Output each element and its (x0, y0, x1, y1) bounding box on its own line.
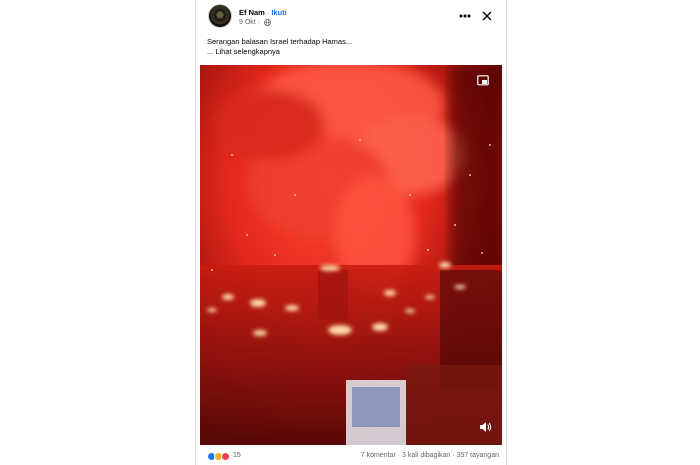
post-date[interactable]: 9 Okt (239, 18, 256, 27)
see-more-link[interactable]: ... Lihat selengkapnya (207, 47, 352, 57)
stats-separator: · (452, 452, 455, 459)
stats-separator: · (397, 452, 401, 459)
speaker-icon (480, 422, 492, 432)
post-card: Ef Nam · Ikuti 9 Okt · Serangan balasan Isr… (195, 0, 507, 465)
separator-dot: · (266, 8, 270, 17)
shares-count[interactable]: 3 kali dibagikan (402, 452, 450, 459)
comments-count[interactable]: 7 komentar (361, 452, 396, 459)
post-caption: Serangan balasan Israel terhadap Hamas..… (207, 37, 352, 57)
more-options-button[interactable] (458, 9, 472, 23)
caption-text: Serangan balasan Israel terhadap Hamas..… (207, 37, 353, 46)
reactions-summary[interactable]: 15 (207, 451, 241, 461)
separator-dot-2: · (257, 19, 261, 26)
post-meta: 9 Okt · (239, 18, 271, 27)
author-line: Ef Nam · Ikuti (239, 8, 287, 17)
author-name[interactable]: Ef Nam (239, 8, 265, 17)
avatar[interactable] (208, 4, 232, 28)
post-stats: 7 komentar · 3 kali dibagikan · 357 taya… (361, 451, 499, 461)
follow-button[interactable]: Ikuti (271, 8, 286, 17)
reaction-count: 15 (233, 452, 241, 459)
picture-in-picture-button[interactable] (477, 74, 489, 86)
video-frame (200, 65, 502, 445)
close-icon (482, 11, 492, 21)
volume-button[interactable] (479, 420, 492, 432)
close-button[interactable] (480, 9, 494, 23)
more-icon (459, 14, 471, 18)
love-icon (221, 451, 230, 461)
globe-icon (264, 19, 271, 26)
post-footer: 15 7 komentar · 3 kali dibagikan · 357 t… (207, 451, 499, 461)
video-player[interactable] (200, 65, 502, 445)
views-count: 357 tayangan (456, 452, 499, 459)
picture-in-picture-icon (477, 75, 489, 86)
